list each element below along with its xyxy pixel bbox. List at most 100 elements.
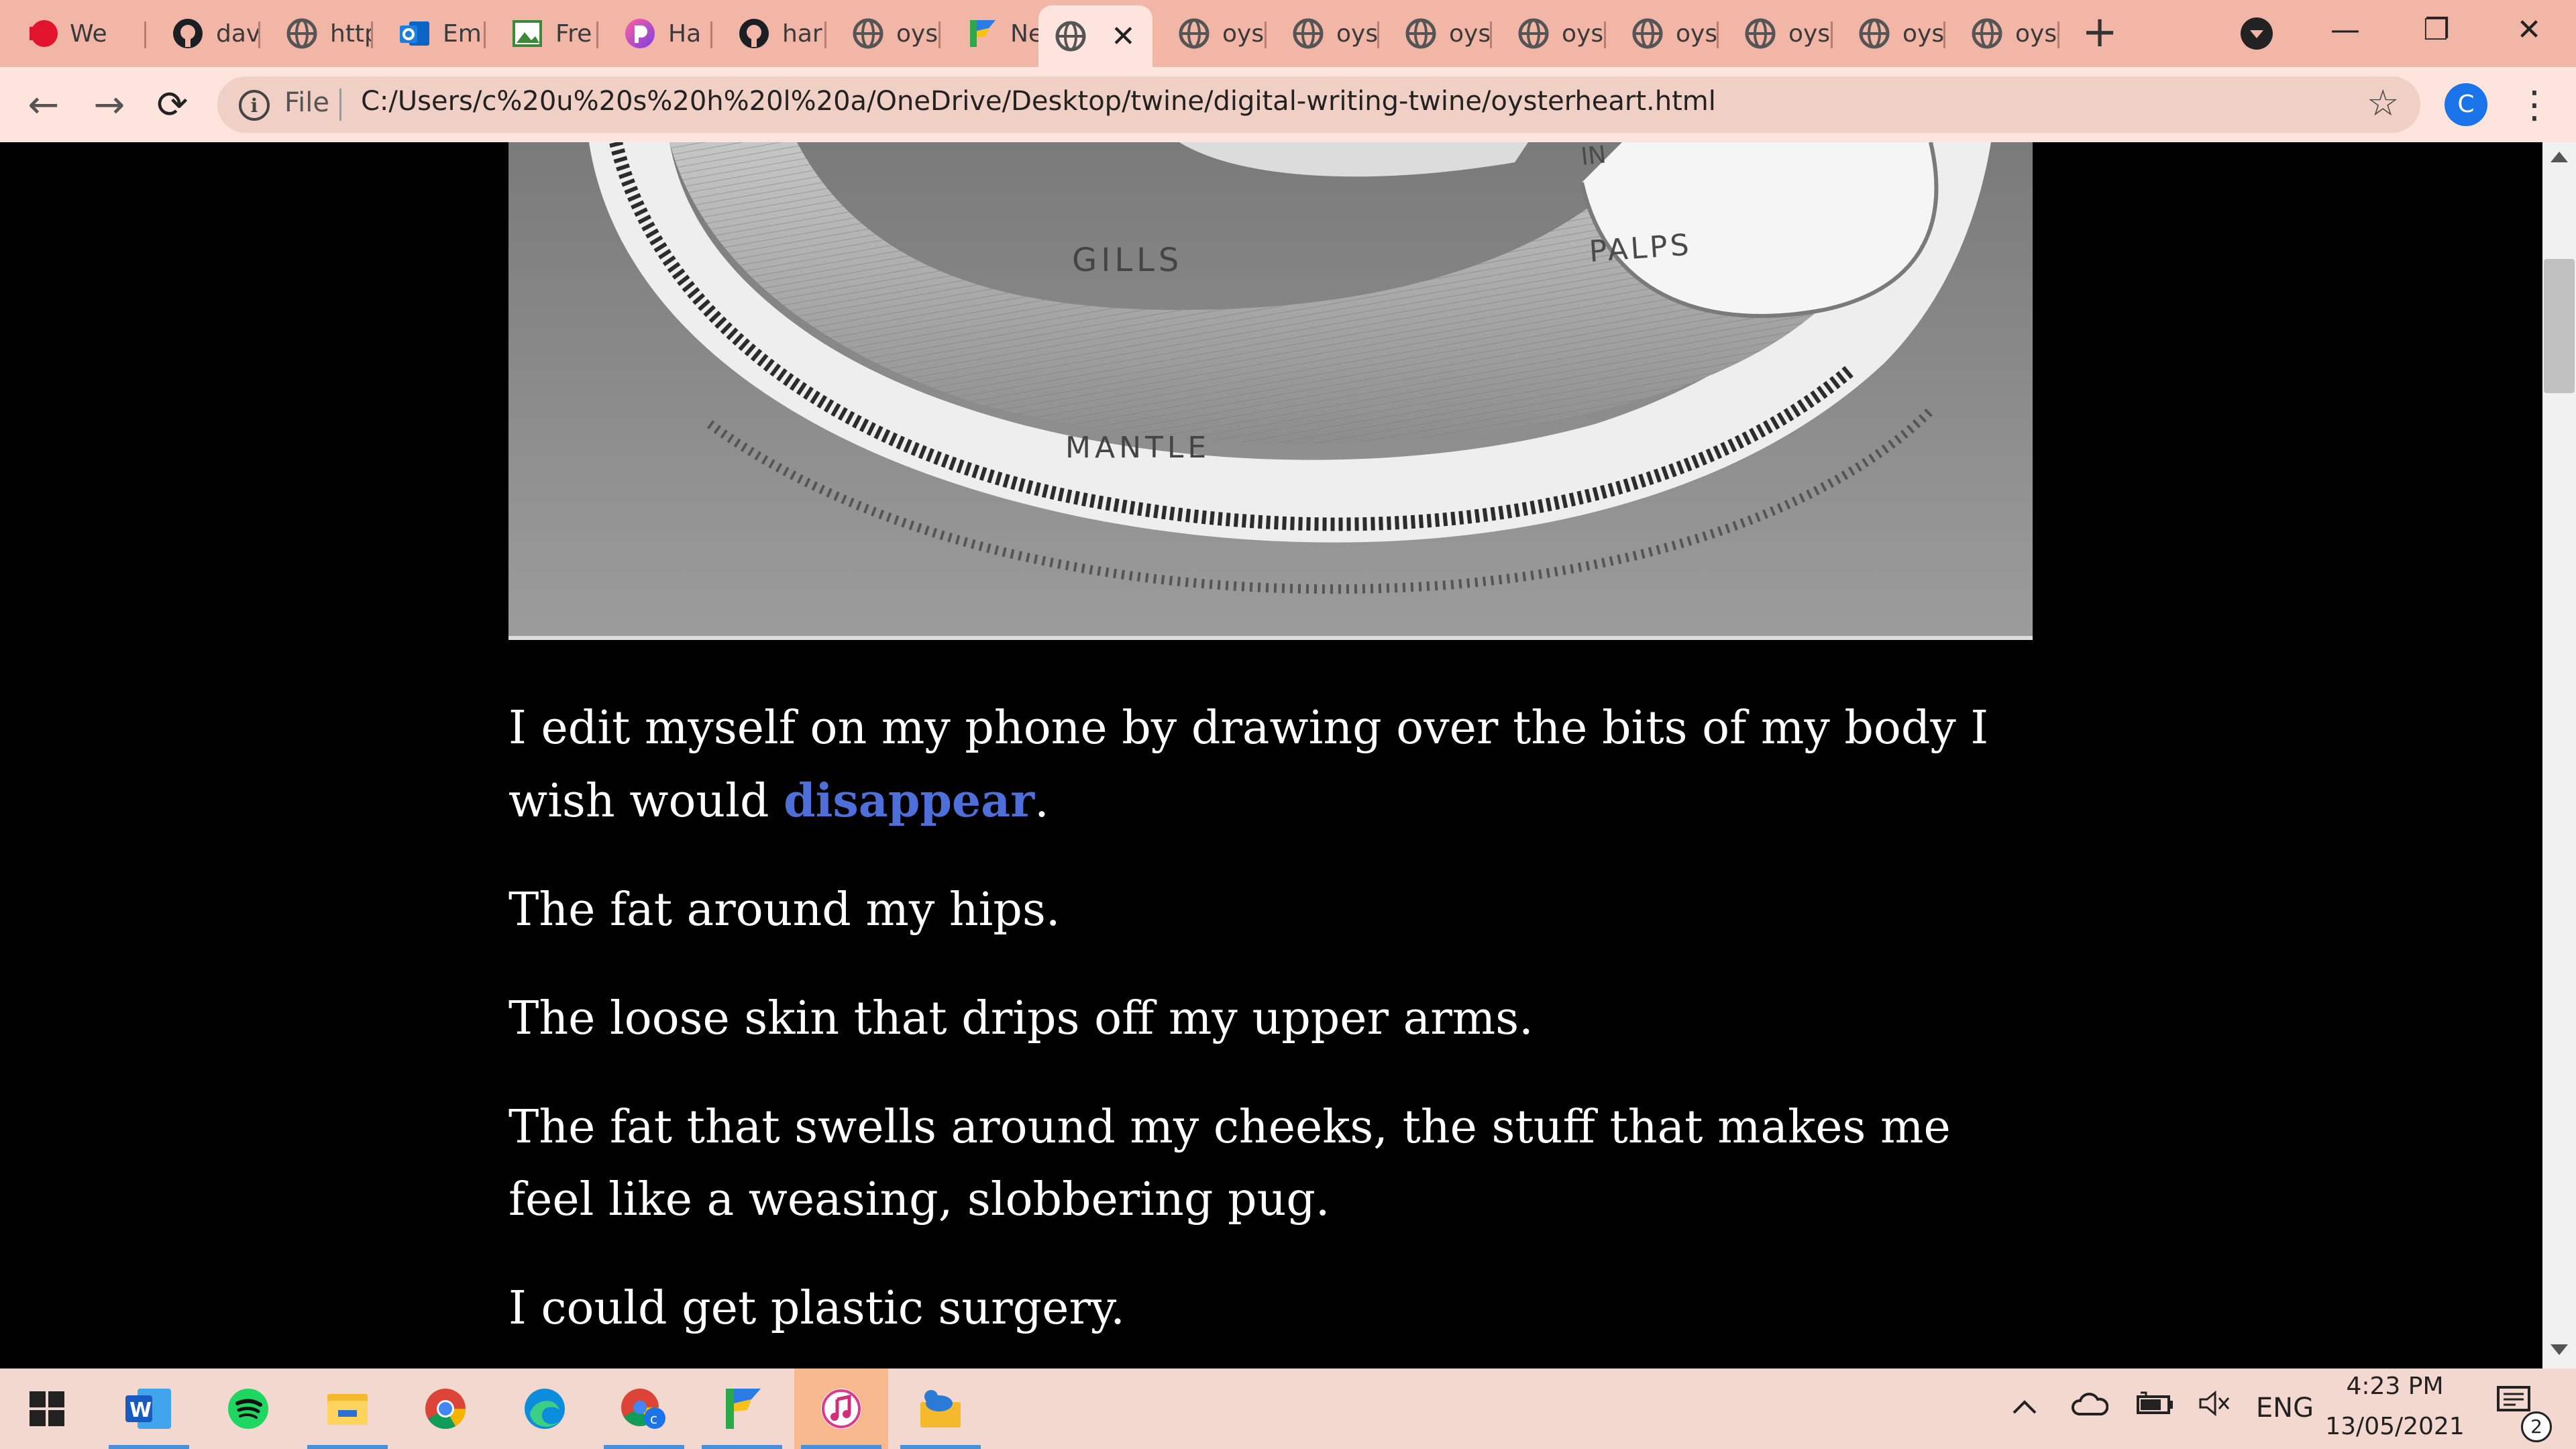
image-icon [511, 17, 543, 50]
oyster-anatomy-illustration: IN PALPS GILLS MANTLE [508, 142, 2033, 640]
taskbar-edge[interactable] [498, 1368, 592, 1449]
tab-15[interactable]: oys [1606, 7, 1719, 60]
taskbar-file-explorer[interactable] [301, 1368, 394, 1449]
svg-text:c: c [650, 1411, 657, 1427]
onedrive-tray-icon[interactable] [2066, 1385, 2113, 1432]
passage-paragraph-4: The fat that swells around my cheeks, th… [508, 1101, 1951, 1226]
tab-13-label: oys [1449, 19, 1491, 48]
tab-search-button[interactable] [2241, 17, 2273, 50]
taskbar-itunes[interactable] [794, 1368, 888, 1449]
tab-6[interactable]: Ha [598, 7, 712, 60]
onedrive-cloud-icon [2072, 1393, 2109, 1415]
flag-icon [966, 17, 998, 50]
browser-menu-button[interactable]: ⋮ [2516, 82, 2553, 129]
word-icon: W [125, 1389, 171, 1429]
tab-16[interactable]: oys [1719, 7, 1833, 60]
close-tab-icon[interactable]: ✕ [1111, 19, 1136, 54]
back-button[interactable]: ← [20, 82, 67, 129]
profile-avatar[interactable]: C [2445, 83, 2487, 126]
tab-14-label: oys [1562, 19, 1604, 48]
scroll-up-arrow-icon[interactable] [2551, 152, 2568, 162]
tab-15-label: oys [1676, 19, 1718, 48]
info-icon[interactable]: i [239, 90, 270, 121]
show-hidden-icons-chevron[interactable] [2004, 1385, 2045, 1432]
tab-9[interactable]: Ne [941, 7, 1038, 60]
taskbar-word[interactable]: W [102, 1368, 196, 1449]
cloud-folder-icon [920, 1390, 961, 1428]
label-partial: IN [1580, 142, 1608, 171]
tab-2[interactable]: dav [146, 7, 260, 60]
url-text[interactable]: C:/Users/c%20u%20s%20h%20l%20a/OneDrive/… [361, 86, 1716, 117]
battery-plug-icon [2137, 1391, 2173, 1414]
volume-muted-icon[interactable] [2191, 1385, 2238, 1432]
svg-text:W: W [129, 1399, 152, 1422]
red-favicon-icon [25, 17, 58, 50]
edge-icon [525, 1389, 565, 1429]
tab-5[interactable]: Fre [486, 7, 598, 60]
passage-paragraph-1: I edit myself on my phone by drawing ove… [508, 692, 2045, 838]
disappear-link[interactable]: disappear [784, 774, 1034, 828]
tab-8-label: oys [896, 19, 938, 48]
tab-3[interactable]: http [260, 7, 373, 60]
tab-17[interactable]: oys [1833, 7, 1945, 60]
taskbar-spotify[interactable] [201, 1368, 295, 1449]
passage-paragraph-5: I could get plastic surgery. [508, 1282, 1125, 1335]
tab-18[interactable]: oys [1945, 7, 2059, 60]
windows-start-icon [30, 1391, 64, 1426]
minimize-button[interactable]: — [2318, 7, 2372, 54]
bookmark-star-icon[interactable]: ☆ [2367, 82, 2399, 124]
tab-14[interactable]: oys [1492, 7, 1606, 60]
forward-button[interactable]: → [86, 82, 133, 129]
taskbar-flag-app[interactable] [695, 1368, 789, 1449]
reload-button[interactable]: ⟳ [149, 82, 196, 129]
tab-11[interactable]: oys [1152, 7, 1267, 60]
tab-1-label: We [70, 19, 107, 48]
scrollbar-thumb[interactable] [2544, 259, 2575, 393]
taskbar-chrome-profile[interactable]: c [597, 1368, 691, 1449]
harmony-icon [624, 17, 656, 50]
tab-6-label: Ha [668, 19, 702, 48]
taskbar-clock-date[interactable]: 13/05/2021 [2318, 1413, 2471, 1440]
taskbar-chrome[interactable] [398, 1368, 492, 1449]
paragraph-text: . [1034, 775, 1049, 828]
label-mantle: MANTLE [1065, 431, 1210, 465]
input-language-indicator[interactable]: ENG [2253, 1385, 2317, 1432]
tab-active[interactable]: ✕ [1038, 5, 1152, 67]
tab-8[interactable]: oys [826, 7, 941, 60]
passage-paragraph-2: The fat around my hips. [508, 883, 1061, 936]
tab-17-label: oys [1902, 19, 1945, 48]
file-explorer-icon [327, 1394, 368, 1425]
github-icon [738, 17, 770, 50]
taskbar-clock-time[interactable]: 4:23 PM [2328, 1373, 2462, 1400]
label-palps: PALPS [1588, 227, 1693, 269]
outlook-icon [398, 17, 431, 50]
battery-tray-icon[interactable] [2131, 1385, 2178, 1432]
label-gills: GILLS [1072, 241, 1183, 279]
globe-icon [1178, 17, 1210, 50]
tab-12-label: oys [1336, 19, 1379, 48]
speaker-muted-icon [2199, 1390, 2230, 1417]
scroll-down-arrow-icon[interactable] [2551, 1344, 2568, 1355]
start-button[interactable] [0, 1368, 94, 1449]
tab-7[interactable]: har [712, 7, 826, 60]
new-tab-button[interactable]: + [2078, 11, 2121, 55]
tab-9-label: Ne [1010, 19, 1038, 48]
tab-5-label: Fre [555, 19, 592, 48]
close-window-button[interactable]: ✕ [2502, 7, 2556, 54]
tab-12[interactable]: oys [1267, 7, 1379, 60]
globe-icon [1055, 20, 1087, 52]
globe-icon [1971, 17, 2003, 50]
paragraph-text: I edit myself on my phone by drawing ove… [508, 702, 1989, 828]
restore-button[interactable]: ❐ [2410, 7, 2463, 54]
globe-icon [286, 17, 318, 50]
tab-4[interactable]: Em [373, 7, 486, 60]
tab-4-label: Em [443, 19, 482, 48]
passage-paragraph-3: The loose skin that drips off my upper a… [508, 992, 1534, 1045]
chrome-profile-icon: c [621, 1389, 665, 1429]
globe-icon [1517, 17, 1550, 50]
url-separator [339, 89, 341, 121]
tab-1[interactable]: We [0, 7, 146, 60]
tab-13[interactable]: oys [1379, 7, 1492, 60]
globe-icon [1858, 17, 1890, 50]
taskbar-cloud-folder[interactable] [894, 1368, 987, 1449]
